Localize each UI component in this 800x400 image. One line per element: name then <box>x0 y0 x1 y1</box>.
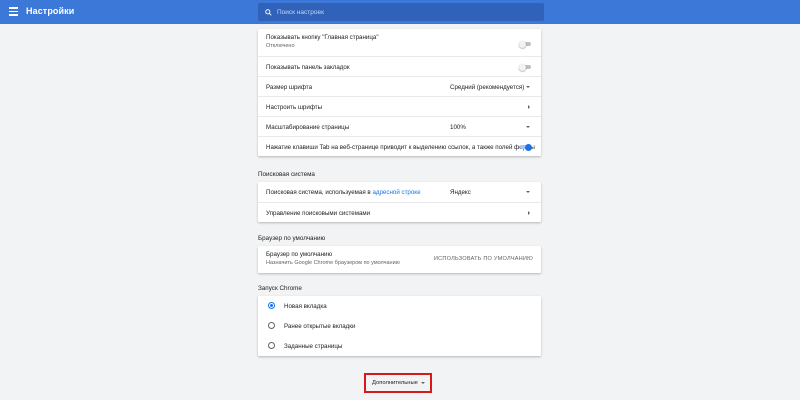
startup-section-title: Запуск Chrome <box>258 285 302 292</box>
tab-highlight-toggle[interactable] <box>520 143 532 151</box>
manage-search-engines-label: Управление поисковыми системами <box>266 210 371 217</box>
radio-button[interactable] <box>268 302 275 309</box>
startup-option-continue[interactable]: Ранее открытые вкладки <box>258 316 541 336</box>
font-size-label: Размер шрифта <box>266 84 313 91</box>
default-browser-card: Браузер по умолчанию Назначить Google Ch… <box>258 246 541 273</box>
search-engine-row: Поисковая система, используемая в адресн… <box>258 182 541 202</box>
home-button-row[interactable]: Показывать кнопку "Главная страница" Отк… <box>258 29 541 56</box>
search-engine-value: Яндекс <box>450 189 471 196</box>
chevron-down-icon <box>526 191 530 193</box>
search-engine-label: Поисковая система, используемая в адресн… <box>266 189 421 196</box>
default-browser-description: Назначить Google Chrome браузером по умо… <box>266 260 400 266</box>
toggle-knob <box>519 63 526 71</box>
home-button-label: Показывать кнопку "Главная страница" <box>266 34 379 41</box>
manage-search-engines-row[interactable]: Управление поисковыми системами <box>258 202 541 222</box>
page-zoom-select[interactable]: 100% <box>450 117 530 137</box>
chevron-down-icon <box>526 86 530 88</box>
home-button-toggle[interactable] <box>519 40 531 48</box>
startup-option-new-tab[interactable]: Новая вкладка <box>258 296 541 316</box>
radio-button[interactable] <box>268 322 275 329</box>
default-browser-label: Браузер по умолчанию <box>266 251 333 258</box>
home-button-status: Отключено <box>266 43 295 49</box>
make-default-button[interactable]: ИСПОЛЬЗОВАТЬ ПО УМОЛЧАНИЮ <box>434 256 533 262</box>
tab-highlight-row[interactable]: Нажатие клавиши Tab на веб-странице прив… <box>258 136 541 156</box>
toggle-knob <box>519 40 526 48</box>
chevron-right-icon <box>528 105 530 109</box>
customize-fonts-row[interactable]: Настроить шрифты <box>258 96 541 116</box>
chevron-right-icon <box>528 211 530 215</box>
hamburger-menu-icon[interactable] <box>9 7 18 16</box>
page-title: Настройки <box>26 6 75 16</box>
search-engine-card: Поисковая система, используемая в адресн… <box>258 182 541 222</box>
startup-card: Новая вкладка Ранее открытые вкладки Зад… <box>258 296 541 356</box>
search-engine-label-prefix: Поисковая система, используемая в <box>266 189 371 196</box>
tab-highlight-label: Нажатие клавиши Tab на веб-странице прив… <box>266 144 535 151</box>
advanced-button[interactable]: Дополнительные <box>369 377 427 389</box>
customize-fonts-label: Настроить шрифты <box>266 104 323 111</box>
radio-label: Новая вкладка <box>284 303 327 310</box>
toggle-knob <box>525 143 532 151</box>
search-box[interactable] <box>258 3 544 21</box>
bookmarks-bar-row[interactable]: Показывать панель закладок <box>258 56 541 76</box>
bookmarks-bar-toggle[interactable] <box>519 63 531 71</box>
top-bar: Настройки <box>0 0 800 24</box>
bookmarks-bar-label: Показывать панель закладок <box>266 64 350 71</box>
advanced-highlight-box: Дополнительные <box>364 373 432 393</box>
search-engine-section-title: Поисковая система <box>258 171 315 178</box>
startup-option-specific-pages[interactable]: Заданные страницы <box>258 336 541 356</box>
font-size-row: Размер шрифта Средний (рекомендуется) <box>258 76 541 96</box>
default-browser-section-title: Браузер по умолчанию <box>258 235 326 242</box>
chevron-down-icon <box>526 126 530 128</box>
radio-label: Ранее открытые вкладки <box>284 323 356 330</box>
chevron-down-icon <box>421 382 425 384</box>
font-size-value: Средний (рекомендуется) <box>450 84 525 91</box>
address-bar-link[interactable]: адресной строке <box>372 189 420 196</box>
page-zoom-value: 100% <box>450 124 466 131</box>
page-zoom-label: Масштабирование страницы <box>266 124 350 131</box>
search-engine-select[interactable]: Яндекс <box>450 182 530 202</box>
default-browser-row: Браузер по умолчанию Назначить Google Ch… <box>258 246 541 273</box>
search-input[interactable] <box>277 8 527 16</box>
appearance-card: Показывать кнопку "Главная страница" Отк… <box>258 29 541 156</box>
radio-label: Заданные страницы <box>284 343 343 350</box>
page-zoom-row: Масштабирование страницы 100% <box>258 116 541 136</box>
search-icon <box>265 8 272 16</box>
font-size-select[interactable]: Средний (рекомендуется) <box>450 77 530 97</box>
radio-button[interactable] <box>268 342 275 349</box>
advanced-label: Дополнительные <box>372 380 418 386</box>
